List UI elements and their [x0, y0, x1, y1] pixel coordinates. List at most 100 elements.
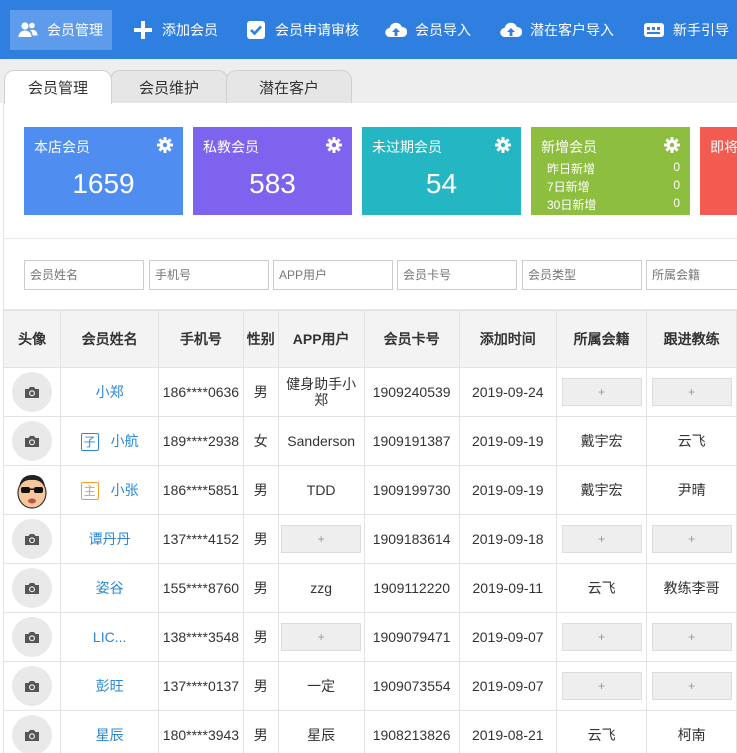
camera-icon[interactable]	[12, 519, 53, 559]
camera-icon[interactable]	[12, 372, 53, 412]
member-name-cell[interactable]: 子小航	[60, 416, 160, 466]
table-row[interactable]: 主小张 186****5851 男 TDD 1909199730 2019-09-19 戴宇…	[2, 465, 737, 515]
table-row[interactable]: 姿谷 155****8760 男 zzg 1909112220 2019-09-11 云飞 教…	[2, 563, 737, 613]
member-name-cell[interactable]: 彭旺	[60, 661, 160, 711]
phone-filter[interactable]	[149, 260, 269, 290]
header-member-name[interactable]: 会员姓名	[60, 310, 160, 368]
app-user-filter[interactable]	[273, 260, 393, 290]
club-name: 云飞	[587, 727, 616, 743]
tab-label: 会员管理	[27, 80, 88, 97]
member-name-cell[interactable]: 主小张	[60, 465, 160, 515]
gear-icon[interactable]	[157, 137, 173, 153]
header-avatar: 头像	[2, 310, 62, 368]
club-name: 云飞	[587, 580, 616, 596]
member-name-cell[interactable]: 谭丹丹	[60, 514, 160, 564]
camera-icon[interactable]	[12, 421, 53, 461]
table-header-row: 头像 会员姓名 手机号 性别 APP用户 会员卡号 添加时间 所属会籍 跟进教练	[2, 310, 737, 368]
table-row[interactable]: 彭旺 137****0137 男一定 1909073554 2019-09-07 + +	[2, 661, 737, 711]
avatar-cell	[2, 465, 62, 515]
toolbar-member-review-button[interactable]: 会员申请审核	[245, 10, 359, 50]
assign-coach-button[interactable]: +	[651, 623, 732, 651]
sub-value: 0	[673, 196, 680, 210]
table-row[interactable]: 谭丹丹 137****4152 男 +1909183614 2019-09-18 + +	[2, 514, 737, 564]
card-number-filter[interactable]	[397, 260, 517, 290]
assign-club-button[interactable]: +	[561, 672, 642, 700]
toolbar-label: 新手引导	[673, 22, 729, 38]
member-type-filter[interactable]	[522, 260, 642, 290]
bind-app-user-button[interactable]: +	[281, 623, 362, 651]
camera-icon[interactable]	[12, 617, 53, 657]
phone-cell: 180****3943	[158, 710, 244, 753]
gender-cell: 男	[242, 367, 279, 417]
header-coach[interactable]: 跟进教练	[646, 310, 737, 368]
member-name-filter[interactable]	[24, 260, 144, 290]
club-cell: +	[555, 661, 648, 711]
assign-club-button[interactable]: +	[561, 525, 642, 553]
gender-cell: 男	[242, 661, 279, 711]
app-user-cell: 星辰	[277, 710, 365, 753]
stat-card-store-members[interactable]: 本店会员 1659	[24, 127, 183, 215]
table-row[interactable]: 子小航 189****2938 女 Sanderson 1909191387 2019-0…	[2, 416, 737, 466]
assign-coach-button[interactable]: +	[651, 525, 732, 553]
member-name-cell[interactable]: 姿谷	[60, 563, 160, 613]
toolbar-label: 会员申请审核	[275, 22, 359, 38]
member-name-link: 小航	[110, 433, 139, 449]
toolbar-add-member-button[interactable]: 添加会员	[132, 10, 218, 50]
card-title: 未过期会员	[372, 139, 442, 155]
tab-member-management[interactable]: 会员管理	[4, 70, 112, 104]
avatar-cell	[2, 416, 62, 466]
member-name-cell[interactable]: 星辰	[60, 710, 160, 753]
avatar-cell	[2, 612, 62, 662]
added-date-cell: 2019-09-19	[458, 416, 557, 466]
stat-card-expiring[interactable]: 即将	[700, 127, 737, 215]
coach-cell: 云飞	[646, 416, 737, 466]
gear-icon[interactable]	[495, 137, 511, 153]
assign-club-button[interactable]: +	[561, 378, 642, 406]
coach-name: 柯南	[677, 727, 706, 743]
gender-cell: 男	[242, 612, 279, 662]
toolbar-prospect-import-button[interactable]: 潜在客户导入	[500, 10, 614, 50]
coach-cell: +	[646, 514, 737, 564]
assign-coach-button[interactable]: +	[651, 378, 732, 406]
toolbar-member-import-button[interactable]: 会员导入	[385, 10, 471, 50]
camera-icon[interactable]	[12, 715, 53, 753]
header-card-number[interactable]: 会员卡号	[363, 310, 460, 368]
header-app-user[interactable]: APP用户	[277, 310, 365, 368]
tab-prospects[interactable]: 潜在客户	[226, 70, 352, 103]
gender-cell: 男	[242, 465, 279, 515]
gear-icon[interactable]	[326, 137, 342, 153]
stat-card-new-members[interactable]: 新增会员 昨日新增 0 7日新增 0 30日新增 0	[531, 127, 690, 215]
coach-name: 尹晴	[677, 482, 706, 498]
toolbar-label: 会员管理	[47, 22, 103, 38]
member-name-cell[interactable]: LIC...	[60, 612, 160, 662]
card-title: 私教会员	[203, 139, 259, 155]
header-phone[interactable]: 手机号	[158, 310, 244, 368]
table-row[interactable]: LIC... 138****3548 男 +1909079471 2019-09-07 +…	[2, 612, 737, 662]
table-row[interactable]: 星辰 180****3943 男 星辰 1908213826 2019-08-21 云飞 柯南	[2, 710, 737, 753]
member-role-badge: 主	[80, 482, 99, 500]
toolbar-guide-button[interactable]: 新手引导	[643, 10, 729, 50]
camera-icon[interactable]	[12, 666, 53, 706]
stat-card-private-members[interactable]: 私教会员 583	[193, 127, 352, 215]
card-number-cell: 1909079471	[363, 612, 460, 662]
header-added-date[interactable]: 添加时间	[458, 310, 557, 368]
avatar-photo[interactable]	[12, 470, 53, 510]
bind-app-user-button[interactable]: +	[281, 525, 362, 553]
header-club[interactable]: 所属会籍	[555, 310, 648, 368]
table-row[interactable]: 小郑 186****0636 男健身助手小郑 1909240539 2019-09-24…	[2, 367, 737, 417]
member-name-cell[interactable]: 小郑	[60, 367, 160, 417]
camera-icon[interactable]	[12, 568, 53, 608]
gear-icon[interactable]	[664, 137, 680, 153]
header-gender[interactable]: 性别	[242, 310, 279, 368]
assign-club-button[interactable]: +	[561, 623, 642, 651]
assign-coach-button[interactable]: +	[651, 672, 732, 700]
checkbox-icon	[245, 19, 267, 41]
club-filter[interactable]	[646, 260, 737, 290]
tab-bar: 会员管理 会员维护 潜在客户	[0, 59, 737, 104]
phone-cell: 186****5851	[158, 465, 244, 515]
member-name-link: 彭旺	[95, 678, 124, 694]
toolbar-member-management-button[interactable]: 会员管理	[10, 10, 112, 50]
tab-member-maintenance[interactable]: 会员维护	[110, 70, 228, 103]
stat-card-active-members[interactable]: 未过期会员 54	[362, 127, 521, 215]
phone-cell: 137****4152	[158, 514, 244, 564]
